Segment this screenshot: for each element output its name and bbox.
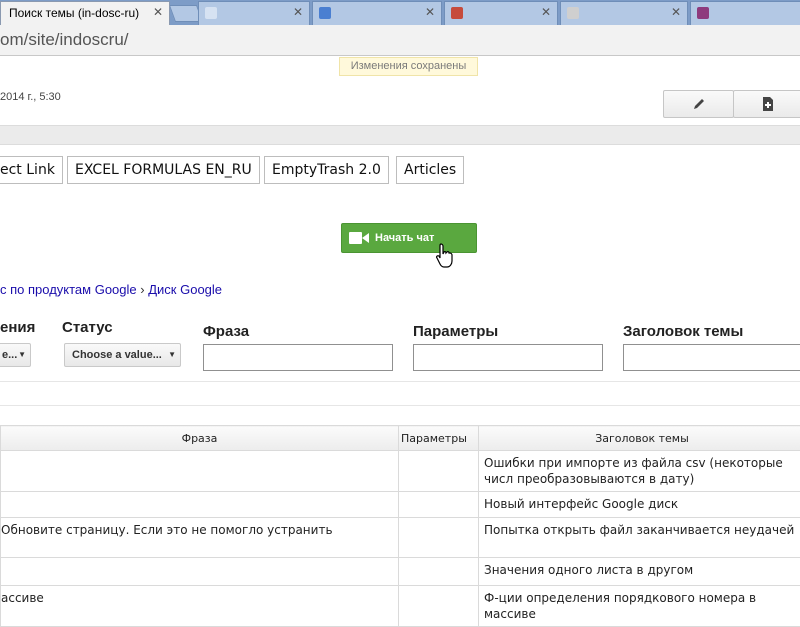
new-page-button[interactable] — [733, 90, 800, 118]
topic-filter-input[interactable] — [623, 344, 800, 371]
dropdown-arrow-icon: ▼ — [168, 350, 176, 359]
topic-filter-label: Заголовок темы — [623, 323, 743, 340]
tab-close-icon[interactable]: ✕ — [293, 5, 303, 19]
bookmark-emptytrash[interactable]: EmptyTrash 2.0 — [264, 156, 389, 184]
start-chat-label: Начать чат — [375, 232, 434, 244]
tab-background[interactable]: ✕ — [198, 1, 310, 25]
bookmark-link-direct[interactable]: ect Link — [0, 156, 63, 184]
filter-label-truncated: ения — [0, 319, 35, 336]
doc-favicon-icon — [319, 7, 331, 19]
tab-background[interactable]: ✕ — [312, 1, 442, 25]
bookmark-articles[interactable]: Articles — [396, 156, 464, 184]
cell-topic: Ошибки при импорте из файла csv (некотор… — [479, 451, 800, 492]
cell-phrase — [1, 492, 399, 518]
cell-phrase — [1, 558, 399, 586]
breadcrumb-separator: › — [140, 282, 144, 297]
breadcrumb-item-google-products[interactable]: с по продуктам Google — [0, 282, 137, 297]
breadcrumb-item-google-drive[interactable]: Диск Google — [148, 282, 222, 297]
filter-select-truncated[interactable]: e... ▼ — [0, 343, 31, 367]
google-favicon-icon — [451, 7, 463, 19]
phrase-filter-label: Фраза — [203, 323, 249, 340]
tab-background[interactable] — [690, 1, 800, 25]
tab-title: Поиск темы (in-dosc-ru) — [9, 6, 139, 20]
phrase-filter-input[interactable] — [203, 344, 393, 371]
tab-active[interactable]: Поиск темы (in-dosc-ru) ✕ — [0, 1, 170, 25]
cell-phrase: ассиве — [1, 586, 399, 627]
column-header-params[interactable]: Параметры — [399, 426, 479, 451]
video-camera-icon — [349, 232, 369, 244]
cell-phrase — [1, 451, 399, 492]
table-header-row: Фраза Параметры Заголовок темы — [1, 426, 800, 451]
cell-phrase: Обновите страницу. Если это не помогло у… — [1, 518, 399, 558]
cell-params — [399, 558, 479, 586]
cell-topic: Новый интерфейс Google диск — [479, 492, 800, 518]
status-filter-select[interactable]: Choose a value... ▼ — [64, 343, 181, 367]
column-header-phrase[interactable]: Фраза — [1, 426, 399, 451]
tab-close-icon[interactable]: ✕ — [153, 5, 163, 19]
table-row[interactable]: Ошибки при импорте из файла csv (некотор… — [1, 451, 800, 492]
last-edited-timestamp: 2014 г., 5:30 — [0, 91, 61, 103]
column-header-topic[interactable]: Заголовок темы — [479, 426, 800, 451]
cell-topic: Ф-ции определения порядкового номера в м… — [479, 586, 800, 627]
cell-topic: Попытка открыть файл заканчивается неуда… — [479, 518, 800, 558]
status-filter-value: Choose a value... — [72, 349, 162, 361]
params-filter-label: Параметры — [413, 323, 498, 340]
cell-params — [399, 451, 479, 492]
tab-background[interactable]: ✕ — [560, 1, 688, 25]
table-row[interactable]: ассиве Ф-ции определения порядкового ном… — [1, 586, 800, 627]
start-chat-button[interactable]: Начать чат — [341, 223, 477, 253]
tab-close-icon[interactable]: ✕ — [671, 5, 681, 19]
cell-params — [399, 492, 479, 518]
hand-cursor-icon — [435, 243, 455, 269]
new-page-icon — [761, 96, 775, 112]
table-row[interactable]: Значения одного листа в другом — [1, 558, 800, 586]
divider — [0, 381, 800, 382]
divider — [0, 405, 800, 406]
edit-page-button[interactable] — [663, 90, 734, 118]
table-row[interactable]: Обновите страницу. Если это не помогло у… — [1, 518, 800, 558]
dropdown-arrow-icon: ▼ — [18, 350, 26, 359]
params-filter-input[interactable] — [413, 344, 603, 371]
bookmark-excel-formulas[interactable]: EXCEL FORMULAS EN_RU — [67, 156, 260, 184]
status-filter-label: Статус — [62, 319, 113, 336]
cell-topic: Значения одного листа в другом — [479, 558, 800, 586]
tab-background[interactable]: ✕ — [444, 1, 558, 25]
saved-notice: Изменения сохранены — [339, 57, 478, 76]
tab-close-icon[interactable]: ✕ — [425, 5, 435, 19]
cell-params — [399, 518, 479, 558]
page-favicon-icon — [205, 7, 217, 19]
table-row[interactable]: Новый интерфейс Google диск — [1, 492, 800, 518]
page-favicon-icon — [697, 7, 709, 19]
filter-select-value: e... — [2, 349, 17, 361]
browser-tab-strip: Поиск темы (in-dosc-ru) ✕ ✕ ✕ ✕ ✕ — [0, 0, 800, 25]
tab-close-icon[interactable]: ✕ — [541, 5, 551, 19]
header-divider-bar — [0, 125, 800, 145]
cell-params — [399, 586, 479, 627]
results-table: Фраза Параметры Заголовок темы Ошибки пр… — [0, 425, 800, 627]
breadcrumb: с по продуктам Google › Диск Google — [0, 282, 222, 297]
url-text[interactable]: om/site/indoscru/ — [0, 30, 129, 50]
page-favicon-icon — [567, 7, 579, 19]
pencil-icon — [692, 97, 706, 111]
address-bar[interactable]: om/site/indoscru/ — [0, 25, 800, 56]
